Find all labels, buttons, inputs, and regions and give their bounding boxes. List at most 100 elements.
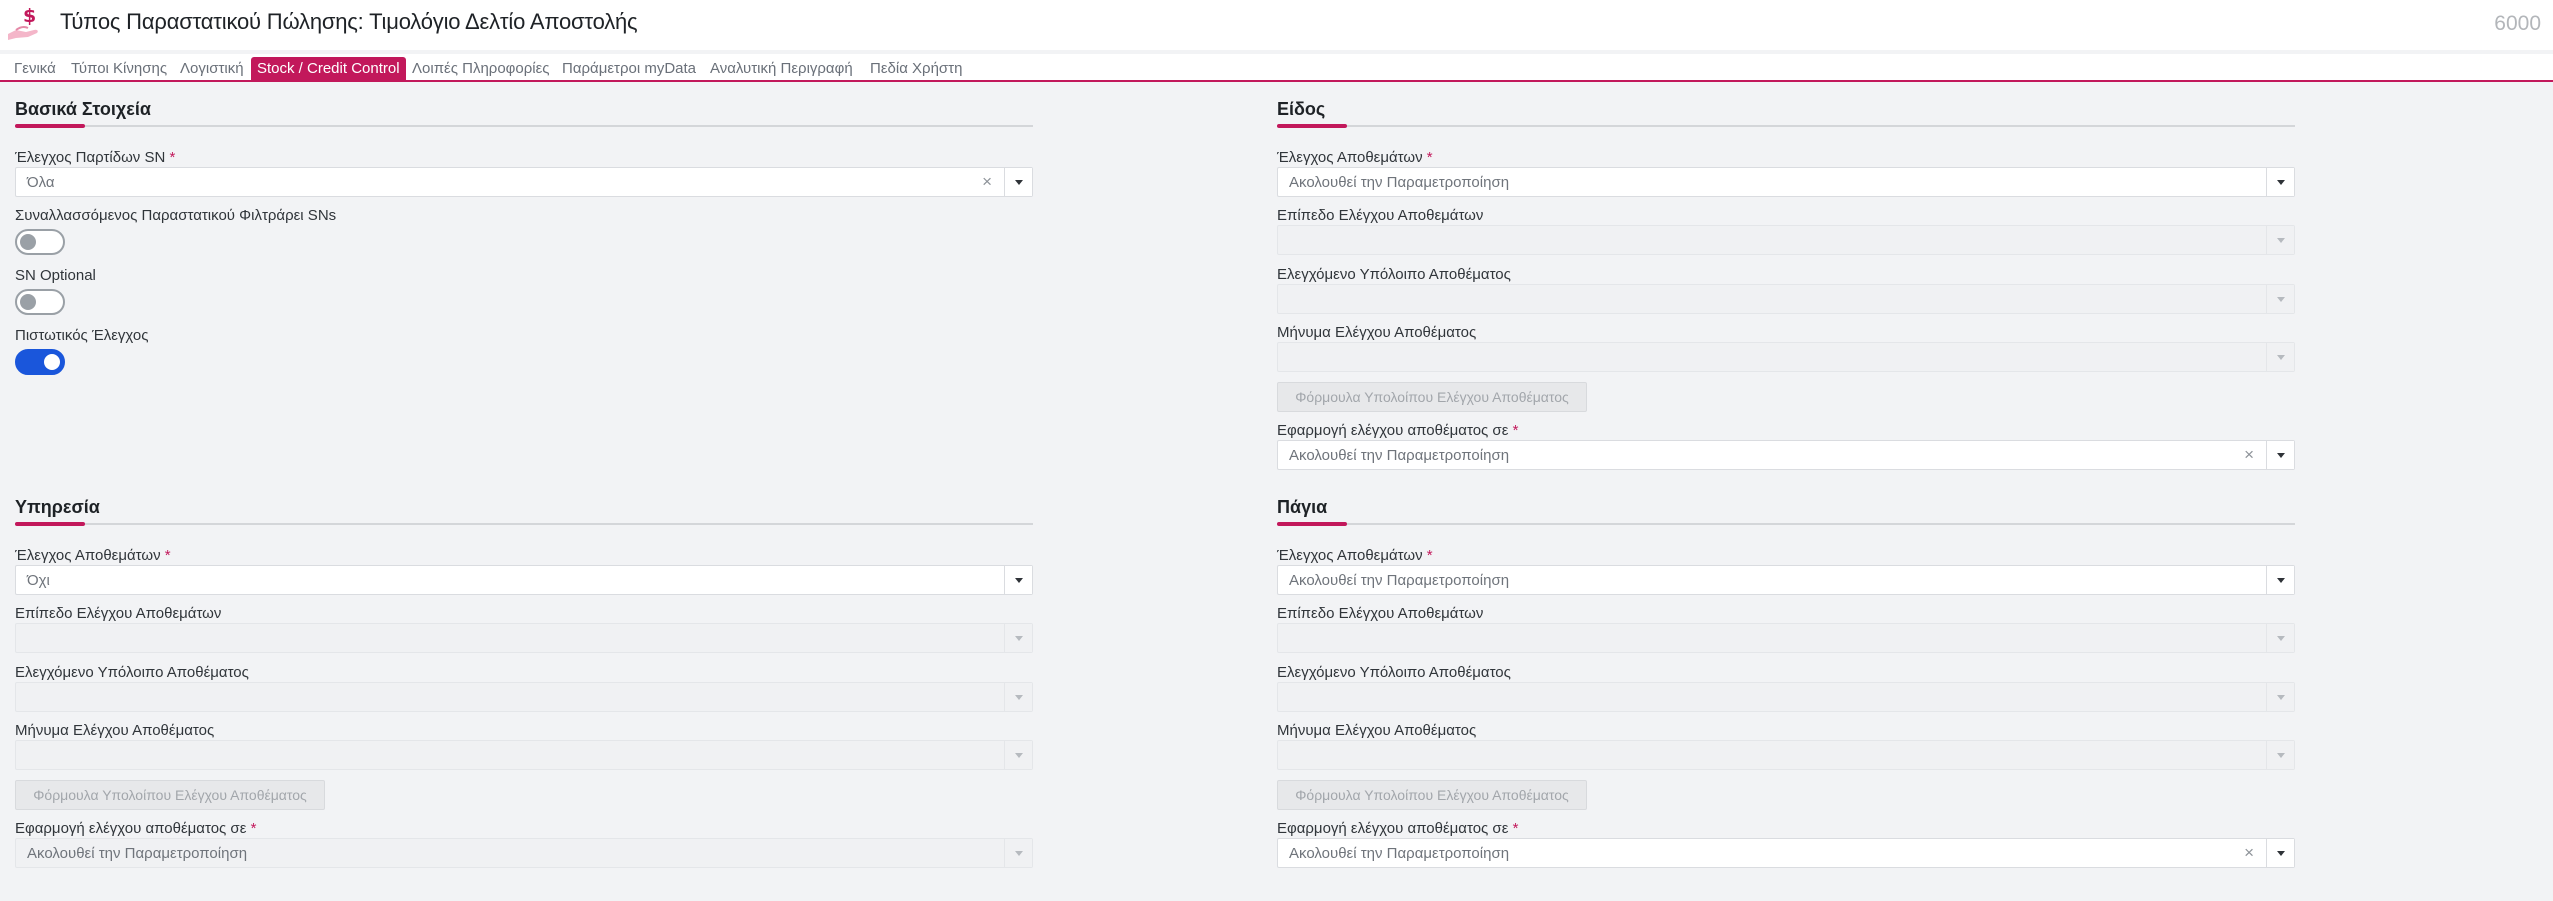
balance-formula-button[interactable]: Φόρμουλα Υπολοίπου Ελέγχου Αποθέματος (15, 780, 325, 810)
stock-level-select[interactable] (1277, 623, 2295, 653)
filter-sn-toggle[interactable] (15, 229, 65, 255)
chevron-down-icon[interactable] (2266, 168, 2294, 196)
section-title: Πάγια (1277, 497, 1328, 517)
stock-message-select[interactable] (15, 740, 1033, 770)
chevron-down-icon[interactable] (2266, 441, 2294, 469)
stock-control-label: Έλεγχος Αποθεμάτων * (15, 547, 171, 564)
tab-detailed-description[interactable]: Αναλυτική Περιγραφή (704, 57, 859, 81)
hand-money-icon: $ (8, 5, 38, 40)
chevron-down-icon[interactable] (1004, 168, 1032, 196)
stock-level-label: Επίπεδο Ελέγχου Αποθεμάτων (1277, 605, 1484, 622)
stock-message-label: Μήνυμα Ελέγχου Αποθέματος (15, 722, 215, 739)
section-title: Είδος (1277, 99, 1326, 119)
section-fixed-assets: Πάγια Έλεγχος Αποθεμάτων * Ακολουθεί την… (1277, 497, 2297, 877)
section-divider (15, 522, 1033, 526)
stock-level-label: Επίπεδο Ελέγχου Αποθεμάτων (1277, 207, 1484, 224)
tab-general[interactable]: Γενικά (8, 57, 62, 81)
clear-icon[interactable]: × (2244, 445, 2254, 465)
section-service: Υπηρεσία Έλεγχος Αποθεμάτων * Όχι Επίπεδ… (15, 497, 1035, 877)
chevron-down-icon[interactable] (2266, 226, 2294, 254)
sn-control-value: Όλα (27, 174, 55, 191)
stock-control-value: Ακολουθεί την Παραμετροποίηση (1289, 572, 1510, 589)
filter-sn-label: Συναλλασσόμενος Παραστατικού Φιλτράρει S… (15, 207, 337, 224)
sn-control-label: Έλεγχος Παρτίδων SN * (15, 149, 176, 166)
tab-accounting[interactable]: Λογιστική (174, 57, 250, 81)
clear-icon[interactable]: × (982, 172, 992, 192)
toggle-knob (44, 354, 60, 370)
section-title: Βασικά Στοιχεία (15, 99, 151, 119)
section-divider-accent (15, 522, 85, 526)
tab-bar: Γενικά Τύποι Κίνησης Λογιστική Stock / C… (0, 54, 2553, 82)
apply-control-select[interactable]: Ακολουθεί την Παραμετροποίηση × (1277, 838, 2295, 868)
chevron-down-icon[interactable] (1004, 839, 1032, 867)
section-divider (1277, 522, 2295, 526)
balance-formula-button[interactable]: Φόρμουλα Υπολοίπου Ελέγχου Αποθέματος (1277, 382, 1587, 412)
toggle-knob (20, 294, 36, 310)
stock-control-select[interactable]: Ακολουθεί την Παραμετροποίηση (1277, 167, 2295, 197)
controlled-balance-label: Ελεγχόμενο Υπόλοιπο Αποθέματος (1277, 664, 1511, 681)
chevron-down-icon[interactable] (1004, 624, 1032, 652)
chevron-down-icon[interactable] (2266, 624, 2294, 652)
stock-message-label: Μήνυμα Ελέγχου Αποθέματος (1277, 324, 1477, 341)
apply-control-label: Εφαρμογή ελέγχου αποθέματος σε * (1277, 820, 1519, 837)
section-divider-accent (15, 124, 85, 128)
chevron-down-icon[interactable] (1004, 741, 1032, 769)
controlled-balance-label: Ελεγχόμενο Υπόλοιπο Αποθέματος (15, 664, 249, 681)
section-basic: Βασικά Στοιχεία Έλεγχος Παρτίδων SN * Όλ… (15, 99, 1035, 379)
tab-other-info[interactable]: Λοιπές Πληροφορίες (406, 57, 556, 81)
stock-control-value: Όχι (27, 572, 50, 589)
tab-mydata-params[interactable]: Παράμετροι myData (556, 57, 702, 81)
credit-control-toggle[interactable] (15, 349, 65, 375)
chevron-down-icon[interactable] (2266, 839, 2294, 867)
section-divider (15, 124, 1033, 128)
toggle-knob (20, 234, 36, 250)
controlled-balance-select[interactable] (1277, 284, 2295, 314)
apply-control-label: Εφαρμογή ελέγχου αποθέματος σε * (15, 820, 257, 837)
stock-control-label: Έλεγχος Αποθεμάτων * (1277, 547, 1433, 564)
stock-control-label: Έλεγχος Αποθεμάτων * (1277, 149, 1433, 166)
clear-icon[interactable]: × (2244, 843, 2254, 863)
tab-movement-types[interactable]: Τύποι Κίνησης (65, 57, 173, 81)
page-header: $ Τύπος Παραστατικού Πώλησης: Τιμολόγιο … (0, 0, 2553, 50)
stock-level-label: Επίπεδο Ελέγχου Αποθεμάτων (15, 605, 222, 622)
chevron-down-icon[interactable] (2266, 741, 2294, 769)
apply-control-select[interactable]: Ακολουθεί την Παραμετροποίηση × (1277, 440, 2295, 470)
stock-level-select[interactable] (1277, 225, 2295, 255)
chevron-down-icon[interactable] (1004, 683, 1032, 711)
balance-formula-button[interactable]: Φόρμουλα Υπολοίπου Ελέγχου Αποθέματος (1277, 780, 1587, 810)
apply-control-value: Ακολουθεί την Παραμετροποίηση (27, 845, 248, 862)
tab-stock-credit-control[interactable]: Stock / Credit Control (251, 57, 406, 81)
stock-control-value: Ακολουθεί την Παραμετροποίηση (1289, 174, 1510, 191)
chevron-down-icon[interactable] (2266, 343, 2294, 371)
stock-control-select[interactable]: Ακολουθεί την Παραμετροποίηση (1277, 565, 2295, 595)
stock-level-select[interactable] (15, 623, 1033, 653)
stock-message-select[interactable] (1277, 740, 2295, 770)
apply-control-label: Εφαρμογή ελέγχου αποθέματος σε * (1277, 422, 1519, 439)
svg-text:$: $ (23, 5, 36, 27)
page-title: Τύπος Παραστατικού Πώλησης: Τιμολόγιο Δε… (60, 9, 638, 34)
credit-control-label: Πιστωτικός Έλεγχος (15, 327, 149, 344)
controlled-balance-select[interactable] (15, 682, 1033, 712)
chevron-down-icon[interactable] (2266, 683, 2294, 711)
sn-control-select[interactable]: Όλα × (15, 167, 1033, 197)
chevron-down-icon[interactable] (2266, 285, 2294, 313)
section-divider-accent (1277, 522, 1347, 526)
section-divider (1277, 124, 2295, 128)
chevron-down-icon[interactable] (1004, 566, 1032, 594)
sn-optional-label: SN Optional (15, 267, 96, 284)
sn-optional-toggle[interactable] (15, 289, 65, 315)
section-item: Είδος Έλεγχος Αποθεμάτων * Ακολουθεί την… (1277, 99, 2297, 479)
document-number: 6000 (2494, 12, 2541, 35)
section-title: Υπηρεσία (15, 497, 100, 517)
controlled-balance-select[interactable] (1277, 682, 2295, 712)
chevron-down-icon[interactable] (2266, 566, 2294, 594)
apply-control-value: Ακολουθεί την Παραμετροποίηση (1289, 845, 1510, 862)
apply-control-value: Ακολουθεί την Παραμετροποίηση (1289, 447, 1510, 464)
stock-message-select[interactable] (1277, 342, 2295, 372)
section-divider-accent (1277, 124, 1347, 128)
apply-control-select[interactable]: Ακολουθεί την Παραμετροποίηση (15, 838, 1033, 868)
stock-message-label: Μήνυμα Ελέγχου Αποθέματος (1277, 722, 1477, 739)
stock-control-select[interactable]: Όχι (15, 565, 1033, 595)
tab-user-fields[interactable]: Πεδία Χρήστη (864, 57, 968, 81)
controlled-balance-label: Ελεγχόμενο Υπόλοιπο Αποθέματος (1277, 266, 1511, 283)
